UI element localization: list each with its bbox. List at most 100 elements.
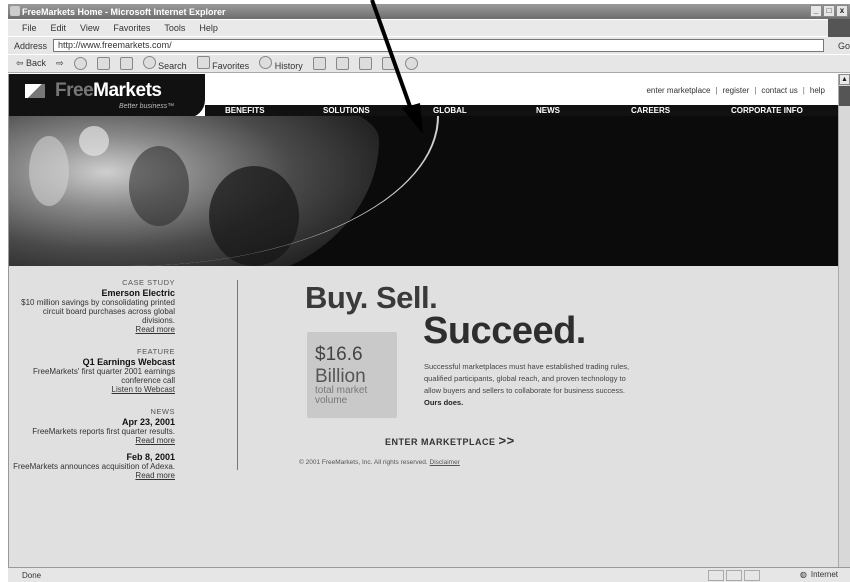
case-study-heading: CASE STUDY (122, 278, 175, 287)
favorites-icon (196, 56, 210, 69)
marketplace-blurb: Successful marketplaces must have establ… (424, 361, 644, 409)
mail-icon[interactable] (312, 57, 326, 70)
news-heading: NEWS (150, 407, 175, 416)
case-study-link[interactable]: Read more (9, 325, 175, 334)
edit-icon[interactable] (358, 57, 372, 70)
maximize-button[interactable]: □ (823, 5, 835, 17)
site-header: FreeMarkets Better business™ enter marke… (9, 74, 850, 118)
webcast-link[interactable]: Listen to Webcast (9, 385, 175, 394)
search-icon (142, 56, 156, 69)
history-label: History (274, 61, 303, 71)
messenger-icon[interactable] (404, 57, 418, 70)
main-nav: BENEFITS SOLUTIONS GLOBAL NEWS CAREERS C… (205, 105, 850, 116)
close-button[interactable]: x (836, 5, 848, 17)
address-label: Address (14, 40, 48, 51)
discuss-icon[interactable] (381, 57, 395, 70)
case-study: CASE STUDY Emerson Electric $10 million … (9, 278, 175, 334)
hero-banner (9, 116, 850, 266)
news2-date: Feb 8, 2001 (126, 452, 175, 462)
headline-succeed: Succeed. (423, 310, 586, 352)
enter-marketplace-label: ENTER MARKETPLACE (385, 437, 496, 447)
sidebar: CASE STUDY Emerson Electric $10 million … (9, 278, 175, 493)
address-input[interactable]: http://www.freemarkets.com/ (53, 39, 824, 52)
vertical-scrollbar[interactable]: ▲ (838, 74, 850, 567)
enter-marketplace-button[interactable]: ENTER MARKETPLACE >> (385, 433, 515, 448)
window-controls: _ □ x (810, 5, 848, 17)
menu-bar: File Edit View Favorites Tools Help (8, 19, 850, 37)
forward-icon[interactable]: ⇨ (56, 58, 64, 69)
status-bar: Done ◍ Internet (8, 567, 850, 582)
utility-nav: enter marketplace | register | contact us |… (646, 86, 825, 95)
register-link[interactable]: register (723, 86, 750, 95)
search-button[interactable]: Search (142, 56, 187, 71)
nav-solutions[interactable]: SOLUTIONS (323, 106, 370, 115)
window-titlebar: FreeMarkets Home - Microsoft Internet Ex… (8, 4, 850, 19)
globe-icon: ◍ (799, 570, 807, 579)
nav-careers[interactable]: CAREERS (631, 106, 670, 115)
enter-marketplace-link[interactable]: enter marketplace (646, 86, 710, 95)
ie-throbber-icon (828, 19, 850, 37)
home-icon[interactable] (119, 57, 133, 70)
news2-text: FreeMarkets announces acquisition of Ade… (13, 462, 175, 471)
news1-date: Apr 23, 2001 (121, 417, 175, 427)
menu-favorites[interactable]: Favorites (113, 23, 150, 33)
history-icon (259, 56, 273, 69)
market-volume-box: $16.6 Billion total market volume (307, 332, 397, 418)
scroll-thumb[interactable] (839, 86, 850, 106)
feature-heading: FEATURE (137, 347, 175, 356)
search-label: Search (158, 61, 187, 71)
status-cells (708, 570, 760, 581)
nav-global[interactable]: GLOBAL (433, 106, 467, 115)
browser-toolbar: ⇦ Back ⇨ Search Favorites History (8, 55, 850, 73)
refresh-icon[interactable] (96, 57, 110, 70)
minimize-button[interactable]: _ (810, 5, 822, 17)
blurb-text: Successful marketplaces must have establ… (424, 362, 630, 395)
go-button[interactable]: Go (838, 41, 850, 51)
menu-view[interactable]: View (80, 23, 99, 33)
headline-buy-sell: Buy. Sell. (305, 280, 438, 315)
blurb-bold: Ours does. (424, 398, 464, 407)
security-zone: ◍ Internet (800, 570, 838, 579)
feature: FEATURE Q1 Earnings Webcast FreeMarkets'… (9, 347, 175, 394)
hand-figure (29, 136, 69, 206)
stat-amount: $16.6 (315, 344, 363, 365)
print-icon[interactable] (335, 57, 349, 70)
window-title: FreeMarkets Home - Microsoft Internet Ex… (22, 6, 226, 17)
news: NEWS Apr 23, 2001 FreeMarkets reports fi… (9, 407, 175, 480)
menu-help[interactable]: Help (199, 23, 218, 33)
scroll-up-icon[interactable]: ▲ (839, 74, 850, 85)
back-label: Back (26, 58, 47, 68)
menu-file[interactable]: File (22, 23, 37, 33)
menu-tools[interactable]: Tools (164, 23, 185, 33)
nav-news[interactable]: NEWS (536, 106, 560, 115)
stop-icon[interactable] (73, 57, 87, 70)
history-button[interactable]: History (259, 56, 303, 71)
freemarkets-logo-icon (25, 84, 45, 98)
news2-link[interactable]: Read more (9, 471, 175, 480)
nav-benefits[interactable]: BENEFITS (225, 106, 265, 115)
case-study-text: $10 million savings by consolidating pri… (21, 298, 175, 325)
news1-text: FreeMarkets reports first quarter result… (32, 427, 175, 436)
copyright-text: © 2001 FreeMarkets, Inc. All rights rese… (299, 459, 428, 466)
logo-tagline: Better business™ (119, 103, 175, 110)
site-logo[interactable]: FreeMarkets Better business™ (9, 74, 205, 118)
zone-label: Internet (810, 570, 838, 579)
copyright: © 2001 FreeMarkets, Inc. All rights rese… (299, 459, 460, 466)
ie-logo-icon (10, 6, 20, 16)
favorites-label: Favorites (212, 61, 250, 71)
logo-text: FreeMarkets (55, 80, 162, 101)
news1-link[interactable]: Read more (9, 436, 175, 445)
address-bar: Address http://www.freemarkets.com/ Go (8, 37, 850, 54)
disclaimer-link[interactable]: Disclaimer (430, 459, 460, 466)
favorites-button[interactable]: Favorites (196, 56, 250, 71)
back-button[interactable]: ⇦ Back (16, 58, 46, 69)
feature-text: FreeMarkets' first quarter 2001 earnings… (32, 367, 175, 385)
hand-figure (79, 126, 109, 156)
case-study-title: Emerson Electric (101, 288, 175, 298)
double-arrow-icon: >> (498, 433, 515, 448)
menu-edit[interactable]: Edit (51, 23, 67, 33)
contact-us-link[interactable]: contact us (761, 86, 797, 95)
help-link[interactable]: help (810, 86, 825, 95)
web-page: FreeMarkets Better business™ enter marke… (8, 74, 850, 567)
nav-corporate-info[interactable]: CORPORATE INFO (731, 106, 803, 115)
